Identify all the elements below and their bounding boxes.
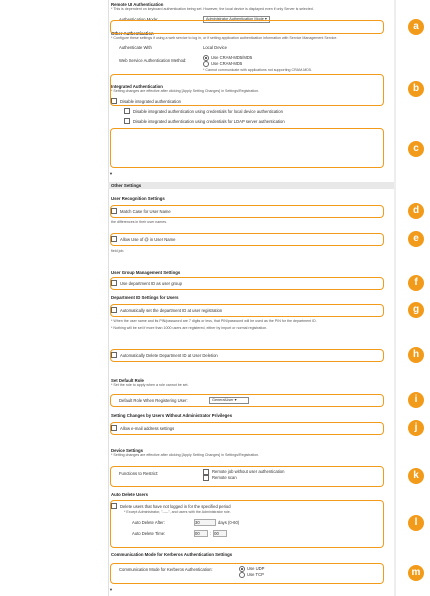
highlight-a [110, 20, 384, 34]
remote-ui-auth-section: Remote UI Authentication * This is depen… [108, 0, 394, 125]
note: * Nothing will be set if more than 1000 … [111, 326, 268, 330]
highlight-b [110, 74, 384, 106]
section-title: Set Default Role [111, 378, 144, 383]
highlight-j [110, 422, 384, 435]
highlight-g [110, 304, 384, 317]
note: the differences in their user names. [111, 220, 168, 224]
checkbox-label: Disable integrated authentication using … [133, 118, 285, 124]
highlight-f [110, 277, 384, 290]
radio-cram-md5[interactable] [203, 61, 209, 67]
callout-badge: l [408, 515, 424, 531]
callout-badge: c [408, 141, 424, 157]
callout-badge: m [408, 565, 424, 581]
col-header: Authenticate With [119, 44, 152, 50]
radio-label: Use CRAM-MD5/MD5 [211, 55, 253, 61]
note: * When the user name and its PIN/passwor… [111, 319, 317, 323]
highlight-k [110, 466, 384, 487]
section-title: Setting Changes by Users Without Adminis… [111, 413, 233, 418]
section-title: User Group Management Settings [111, 270, 181, 275]
scrollbar[interactable] [394, 0, 396, 596]
collapse-icon[interactable]: ▼ [109, 587, 113, 592]
section-title: Remote UI Authentication [111, 2, 164, 7]
highlight-i [110, 394, 384, 407]
callout-badge: f [408, 275, 424, 291]
note: field job. [111, 249, 125, 253]
web-auth-method-label: Web Service Authentication Method: [119, 58, 187, 63]
callout-badge: j [408, 420, 424, 436]
callout-badge: e [408, 231, 424, 247]
disable-ldap-checkbox[interactable] [124, 118, 130, 124]
callout-badge: b [408, 81, 424, 97]
warning-note: * Cannot communicate with applications n… [203, 68, 312, 72]
other-settings-section: Other Settings User Recognition Settings [108, 180, 394, 201]
note: * This is dependent on keyboard authenti… [111, 7, 314, 11]
callout-badge: i [408, 392, 424, 408]
section-title: User Recognition Settings [111, 196, 165, 201]
collapse-icon[interactable]: ▼ [109, 171, 113, 176]
note: * Set the role to apply when a role cann… [111, 383, 189, 387]
section-header: Other Settings [108, 182, 394, 189]
highlight-m [110, 563, 384, 584]
section-title: Auto Delete Users [111, 492, 149, 497]
callout-badge: d [408, 203, 424, 219]
highlight-d [110, 205, 384, 218]
col-header: Local Device [203, 44, 227, 50]
highlight-h [110, 349, 384, 362]
section-title: Device Settings [111, 448, 144, 453]
highlight-l [110, 500, 384, 548]
callout-badge: g [408, 302, 424, 318]
checkbox-label: Disable integrated authentication using … [133, 108, 283, 114]
highlight-c [110, 128, 384, 168]
note: * Configure these settings if using a we… [111, 36, 338, 40]
callout-badge: h [408, 347, 424, 363]
highlight-e [110, 233, 384, 246]
note: * Setting changes are effective after cl… [111, 453, 260, 457]
callout-badge: k [408, 468, 424, 484]
callout-badge: a [408, 19, 424, 35]
section-title: Department ID Settings for Users [111, 295, 179, 300]
radio-label: Use CRAM-MD5 [211, 61, 243, 67]
section-title: Communication Mode for Kerberos Authenti… [111, 552, 233, 557]
disable-local-checkbox[interactable] [124, 108, 130, 114]
